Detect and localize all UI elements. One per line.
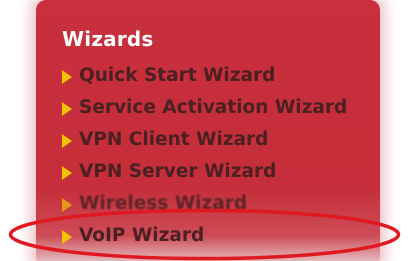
arrow-right-icon bbox=[62, 133, 72, 148]
menu-item-quick-start-wizard[interactable]: Quick Start Wizard bbox=[62, 60, 347, 92]
menu-item-vpn-server-wizard[interactable]: VPN Server Wizard bbox=[62, 156, 347, 188]
wizards-menu: Quick Start Wizard Service Activation Wi… bbox=[62, 60, 347, 252]
menu-item-service-activation-wizard[interactable]: Service Activation Wizard bbox=[62, 92, 347, 124]
arrow-right-icon bbox=[62, 101, 72, 116]
arrow-right-icon bbox=[62, 197, 72, 212]
menu-item-label: VPN Client Wizard bbox=[79, 129, 269, 150]
wizards-section-title: Wizards bbox=[62, 27, 154, 51]
menu-item-label: Service Activation Wizard bbox=[79, 97, 348, 118]
menu-item-label: Wireless Wizard bbox=[79, 193, 248, 214]
arrow-right-icon bbox=[62, 69, 72, 84]
menu-item-label: Quick Start Wizard bbox=[79, 65, 276, 86]
menu-item-vpn-client-wizard[interactable]: VPN Client Wizard bbox=[62, 124, 347, 156]
screenshot-stage: Wizards Quick Start Wizard Service Activ… bbox=[0, 0, 414, 261]
menu-item-wireless-wizard[interactable]: Wireless Wizard bbox=[62, 188, 347, 220]
arrow-right-icon bbox=[62, 229, 72, 244]
arrow-right-icon bbox=[62, 165, 72, 180]
menu-item-label: VPN Server Wizard bbox=[79, 161, 277, 182]
menu-item-label: VoIP Wizard bbox=[79, 225, 205, 246]
menu-item-voip-wizard[interactable]: VoIP Wizard bbox=[62, 220, 347, 252]
